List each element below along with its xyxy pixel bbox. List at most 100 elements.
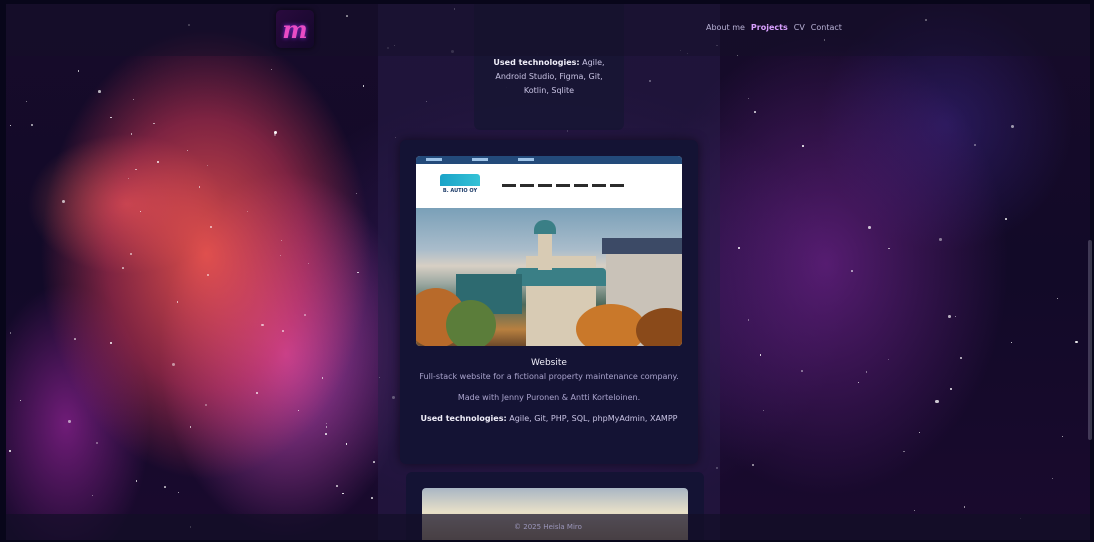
star — [868, 225, 872, 229]
star — [164, 486, 166, 488]
star — [325, 433, 327, 435]
star — [207, 165, 209, 167]
star — [110, 116, 113, 119]
star — [950, 388, 952, 390]
star — [802, 145, 804, 148]
star — [9, 450, 12, 453]
star — [321, 377, 324, 380]
star — [373, 461, 375, 463]
star — [948, 315, 951, 319]
project-info: Website Full-stack website for a fiction… — [400, 358, 698, 423]
star — [273, 131, 277, 135]
tech-value: Agile, Git, PHP, SQL, phpMyAdmin, XAMPP — [509, 414, 678, 423]
star — [851, 270, 853, 272]
star — [1061, 435, 1063, 437]
star — [9, 124, 12, 127]
star — [963, 506, 966, 509]
screenshot-logo-text: B. AUTIO OY — [442, 188, 478, 194]
star — [210, 226, 213, 229]
star — [68, 420, 71, 423]
nav-projects[interactable]: Projects — [751, 23, 788, 32]
star — [135, 168, 138, 171]
star — [176, 301, 179, 303]
star — [256, 392, 258, 394]
nav-about[interactable]: About me — [706, 23, 745, 32]
star — [888, 247, 890, 250]
star — [92, 494, 94, 497]
page-scrollbar[interactable] — [1088, 240, 1092, 440]
star — [754, 110, 757, 113]
star — [297, 410, 300, 412]
star — [973, 144, 976, 146]
star — [9, 332, 12, 334]
star — [157, 161, 159, 163]
star — [752, 463, 755, 466]
tech-label: Used technologies: — [420, 414, 507, 423]
main-nav: About me Projects CV Contact — [706, 23, 842, 32]
star — [133, 99, 135, 101]
star — [335, 485, 338, 487]
star — [1056, 298, 1058, 300]
project-card-website: B. AUTIO OY Website Full-stack website f… — [400, 140, 698, 464]
star — [127, 177, 130, 180]
star — [139, 210, 142, 213]
screenshot-topbar — [416, 156, 682, 164]
star — [178, 491, 180, 494]
star — [959, 356, 963, 360]
star — [97, 90, 101, 94]
project-title: Website — [531, 358, 567, 368]
star — [1010, 125, 1015, 129]
star — [935, 400, 939, 404]
star — [1010, 341, 1012, 343]
nav-contact[interactable]: Contact — [811, 23, 842, 32]
screenshot-header: B. AUTIO OY — [416, 164, 682, 208]
star — [205, 403, 208, 406]
star — [207, 274, 210, 277]
star — [109, 341, 112, 344]
project-collaborators: Made with Jenny Puronen & Antti Korteloi… — [457, 393, 641, 402]
star — [801, 370, 804, 373]
star — [281, 330, 284, 332]
star — [1075, 340, 1078, 344]
star — [152, 122, 155, 125]
star — [913, 509, 916, 512]
top-navbar: m About me Projects CV Contact — [6, 4, 1090, 56]
star — [31, 124, 34, 127]
star — [186, 150, 188, 152]
star — [955, 316, 957, 318]
star — [279, 255, 281, 257]
nav-cv[interactable]: CV — [794, 23, 805, 32]
star — [1004, 217, 1007, 220]
star — [355, 193, 357, 195]
star — [135, 480, 138, 482]
star — [77, 70, 80, 72]
star — [748, 97, 750, 99]
page-footer: © 2025 Heisla Miro — [6, 514, 1090, 540]
star — [19, 399, 21, 401]
star — [121, 267, 124, 269]
star — [1051, 477, 1054, 480]
star — [95, 441, 98, 444]
star — [189, 425, 192, 428]
star — [304, 314, 307, 316]
star — [25, 100, 27, 102]
star — [887, 358, 890, 360]
star — [357, 271, 359, 273]
star — [747, 319, 750, 322]
star — [198, 186, 201, 189]
star — [762, 409, 765, 412]
project-screenshot[interactable]: B. AUTIO OY — [416, 156, 682, 346]
screenshot-menu — [502, 184, 624, 187]
star — [903, 450, 905, 453]
star — [345, 443, 348, 445]
star — [857, 382, 859, 384]
star — [865, 371, 868, 373]
logo-letter: m — [282, 14, 308, 44]
star — [260, 323, 264, 327]
star — [129, 252, 132, 255]
star — [73, 338, 76, 340]
tech-label: Used technologies: — [493, 58, 580, 67]
page-frame: Used technologies: Agile, Android Studio… — [6, 4, 1090, 540]
site-logo[interactable]: m — [276, 10, 314, 48]
star — [370, 497, 373, 499]
